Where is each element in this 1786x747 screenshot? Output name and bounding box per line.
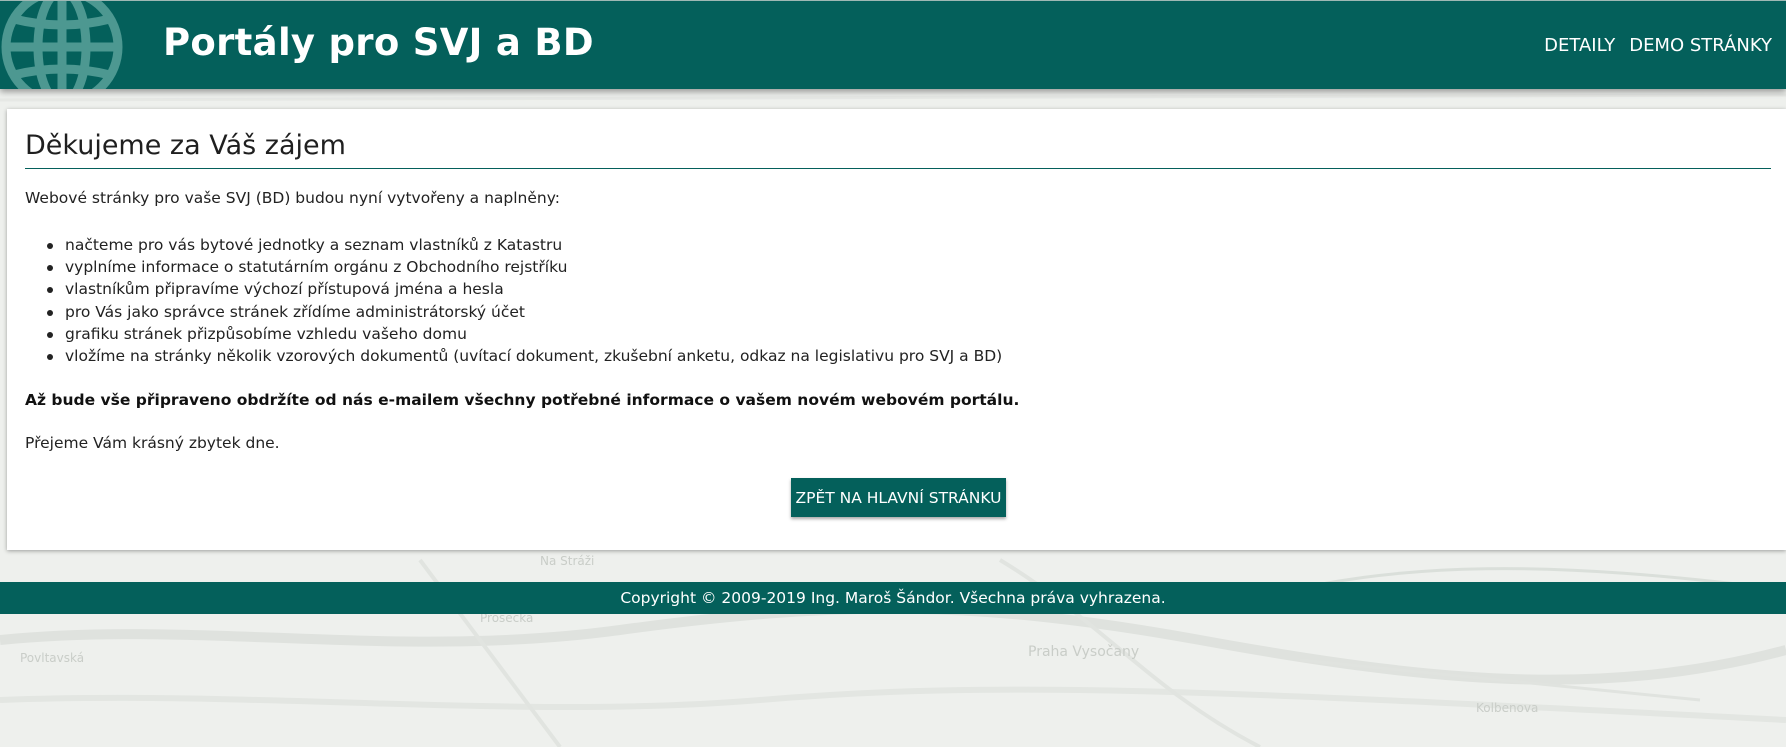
notice-text: Až bude vše připraveno obdržíte od nás e… [25,391,1020,409]
content-card: Děkujeme za Váš zájem Webové stránky pro… [7,109,1786,550]
map-label: Kolbenova [1476,701,1538,715]
main-nav: DETAILY DEMO STRÁNKY [1544,35,1772,56]
map-label: Praha Vysočany [1028,644,1139,660]
list-item: grafiku stránek přizpůsobíme vzhledu vaš… [25,323,1002,345]
list-item: vlastníkům připravíme výchozí přístupová… [25,278,1002,300]
steps-list: načteme pro vás bytové jednotky a seznam… [25,234,1002,367]
list-item: vyplníme informace o statutárním orgánu … [25,256,1002,278]
map-label: Na Stráži [540,554,594,568]
list-item: pro Vás jako správce stránek zřídíme adm… [25,301,1002,323]
site-header: Portály pro SVJ a BD DETAILY DEMO STRÁNK… [0,0,1786,89]
intro-text: Webové stránky pro vaše SVJ (BD) budou n… [25,189,561,207]
back-to-home-button[interactable]: ZPĚT NA HLAVNÍ STRÁNKU [791,478,1006,517]
list-item: načteme pro vás bytové jednotky a seznam… [25,234,1002,256]
list-item: vložíme na stránky několik vzorových dok… [25,345,1002,367]
title-divider [25,168,1771,169]
farewell-text: Přejeme Vám krásný zbytek dne. [25,434,280,452]
site-footer: Copyright © 2009-2019 Ing. Maroš Šándor.… [0,582,1786,614]
nav-link-details[interactable]: DETAILY [1544,35,1615,56]
map-label: Povltavská [20,651,84,665]
globe-icon [1,1,123,89]
nav-link-demo[interactable]: DEMO STRÁNKY [1629,35,1772,56]
page-title: Děkujeme za Váš zájem [25,130,346,161]
copyright-text: Copyright © 2009-2019 Ing. Maroš Šándor.… [620,589,1166,607]
site-title[interactable]: Portály pro SVJ a BD [163,21,594,64]
